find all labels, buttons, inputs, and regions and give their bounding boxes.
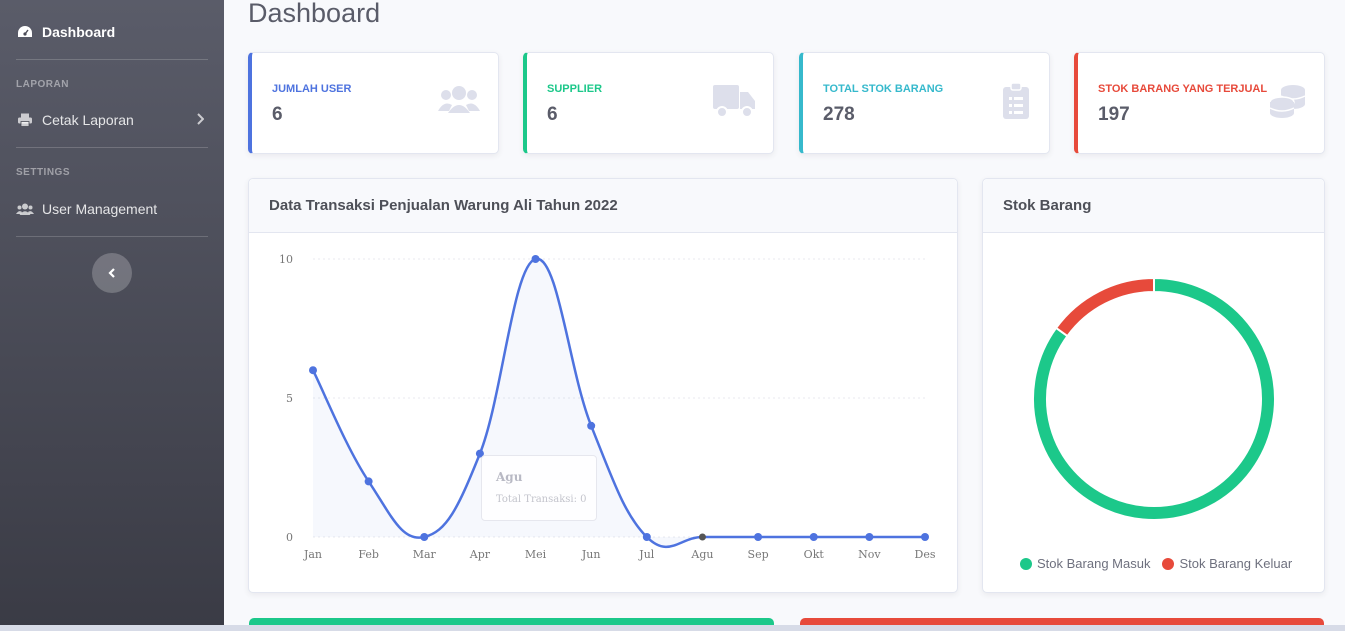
- x-tick-label: Mar: [413, 548, 437, 561]
- data-point[interactable]: [809, 533, 818, 541]
- nav-cetak-laporan[interactable]: Cetak Laporan: [0, 110, 224, 130]
- x-tick-label: Sep: [748, 548, 769, 561]
- data-point[interactable]: [642, 533, 651, 541]
- legend-label: Stok Barang Masuk: [1037, 556, 1151, 571]
- stat-value: 197: [1098, 104, 1130, 125]
- stat-card-stok-terjual: STOK BARANG YANG TERJUAL 197: [1074, 52, 1325, 154]
- data-point[interactable]: [309, 366, 317, 375]
- x-tick-label: Jun: [581, 548, 601, 561]
- chevron-right-icon: [196, 112, 205, 128]
- nav-user-management-label: User Management: [42, 201, 158, 217]
- stat-label: TOTAL STOK BARANG: [823, 83, 944, 95]
- stat-card-supplier: SUPPLIER 6: [523, 52, 774, 154]
- data-point[interactable]: [587, 421, 596, 430]
- nav-cetak-laporan-label: Cetak Laporan: [42, 112, 134, 128]
- x-tick-label: Apr: [469, 548, 491, 561]
- x-tick-label: Des: [915, 548, 936, 561]
- sidebar: Dashboard LAPORAN Cetak Laporan SETTINGS…: [0, 0, 224, 631]
- y-tick-label: 5: [286, 392, 293, 405]
- stat-value: 6: [547, 104, 558, 125]
- stat-label: JUMLAH USER: [272, 83, 352, 95]
- donut-legend: Stok Barang Masuk Stok Barang Keluar: [1020, 556, 1304, 571]
- stat-value: 278: [823, 104, 855, 125]
- sidebar-heading-settings: SETTINGS: [16, 167, 71, 178]
- chevron-left-icon: [108, 268, 115, 278]
- y-tick-label: 0: [286, 531, 293, 544]
- stat-label: STOK BARANG YANG TERJUAL: [1098, 83, 1268, 95]
- tooltip-body: Total Transaksi: 0: [496, 494, 587, 505]
- print-icon: [16, 112, 34, 128]
- donut-slice[interactable]: [1054, 276, 1155, 338]
- x-tick-label: Jan: [303, 548, 322, 561]
- tooltip-title: Agu: [496, 470, 523, 484]
- line-chart-title: Data Transaksi Penjualan Warung Ali Tahu…: [249, 179, 957, 233]
- truck-icon: [713, 85, 755, 124]
- sidebar-divider: [16, 147, 208, 148]
- nav-dashboard-label: Dashboard: [42, 24, 116, 40]
- users-icon: [438, 85, 480, 120]
- tachometer-icon: [16, 24, 34, 40]
- users-icon: [16, 201, 34, 217]
- clipboard-list-icon: [1003, 82, 1029, 124]
- legend-item[interactable]: Stok Barang Keluar: [1162, 556, 1292, 571]
- data-point[interactable]: [754, 533, 763, 541]
- sidebar-divider: [16, 236, 208, 237]
- x-tick-label: Agu: [690, 548, 713, 561]
- legend-label: Stok Barang Keluar: [1179, 556, 1293, 571]
- page-title: Dashboard: [248, 0, 381, 28]
- stat-card-jumlah-user: JUMLAH USER 6: [248, 52, 499, 154]
- nav-dashboard[interactable]: Dashboard: [0, 22, 224, 42]
- legend-dot: [1020, 557, 1032, 570]
- x-tick-label: Mei: [525, 548, 547, 561]
- donut-chart-title: Stok Barang: [983, 179, 1324, 233]
- x-tick-label: Okt: [804, 548, 825, 561]
- data-point[interactable]: [865, 533, 874, 541]
- chart-tooltip: Agu Total Transaksi: 0: [481, 455, 597, 521]
- nav-user-management[interactable]: User Management: [0, 199, 224, 219]
- data-point[interactable]: [531, 255, 540, 263]
- x-tick-label: Feb: [358, 548, 379, 561]
- donut-chart-card: Stok Barang: [982, 178, 1325, 593]
- stat-card-total-stok: TOTAL STOK BARANG 278: [799, 52, 1050, 154]
- legend-dot: [1162, 557, 1175, 570]
- data-point[interactable]: [364, 477, 373, 486]
- data-point[interactable]: [921, 533, 929, 541]
- data-point[interactable]: [420, 533, 429, 541]
- horizontal-scrollbar[interactable]: [0, 625, 1345, 631]
- x-tick-label: Jul: [638, 548, 654, 561]
- data-point[interactable]: [698, 533, 706, 541]
- legend-item[interactable]: Stok Barang Masuk: [1020, 556, 1150, 571]
- stat-label: SUPPLIER: [547, 83, 603, 95]
- donut-chart: [1032, 276, 1276, 521]
- sidebar-divider: [16, 59, 208, 60]
- line-chart-card: Data Transaksi Penjualan Warung Ali Tahu…: [248, 178, 958, 593]
- sidebar-heading-laporan: LAPORAN: [16, 79, 69, 90]
- line-chart: 0 5 10 Jan Feb Mar Apr Mei Jun Jul Agu Sep Okt Nov Des: [279, 253, 936, 561]
- sidebar-toggle-button[interactable]: [92, 253, 132, 293]
- y-tick-label: 10: [279, 253, 293, 266]
- series-area: [313, 258, 925, 547]
- x-tick-label: Nov: [858, 548, 881, 561]
- stat-value: 6: [272, 104, 283, 125]
- coins-icon: [1269, 83, 1306, 124]
